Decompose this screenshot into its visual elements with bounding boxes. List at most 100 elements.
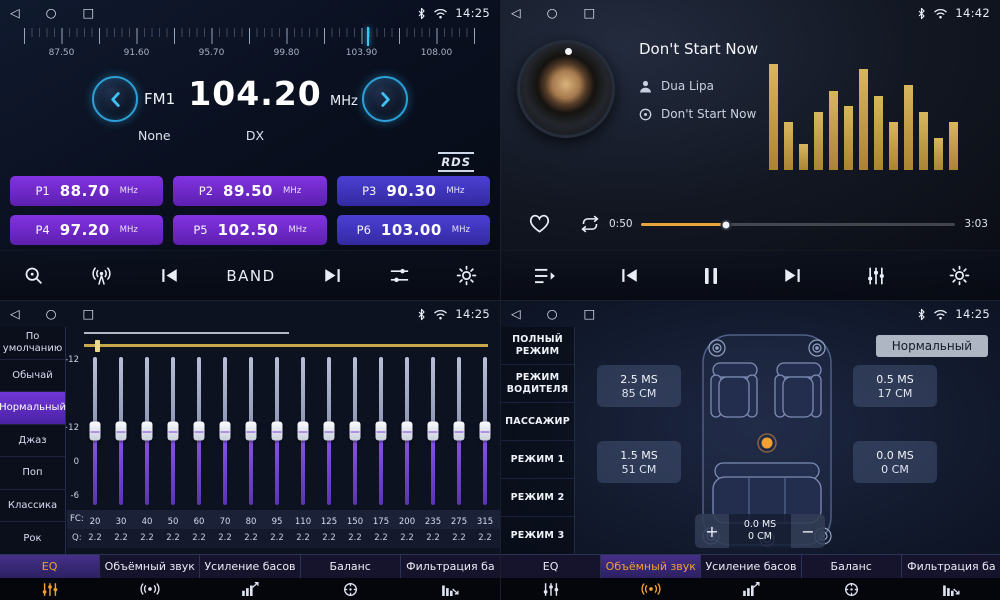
tune-up-button[interactable] [362, 76, 408, 122]
eq-preset-item[interactable]: По умолчанию [0, 327, 65, 360]
front-left-delay[interactable]: 2.5 MS 85 CM [597, 365, 681, 407]
album-art[interactable] [517, 40, 615, 138]
eq-slider-track[interactable] [249, 357, 253, 505]
eq-slider-track[interactable] [223, 357, 227, 505]
eq-preset-item[interactable]: Рок [0, 522, 65, 555]
eq-slider-handle[interactable] [116, 422, 127, 441]
eq-band[interactable]: 70 2.2 [214, 357, 236, 547]
mixer-button[interactable] [866, 266, 886, 286]
home-icon[interactable]: ○ [46, 308, 57, 321]
sound-profile-button[interactable]: Нормальный [876, 335, 988, 357]
balance-tab-icon[interactable] [300, 578, 400, 600]
repeat-button[interactable] [577, 214, 603, 234]
back-icon[interactable]: ◁ [511, 7, 521, 20]
recents-icon[interactable]: □ [83, 7, 95, 20]
front-right-delay[interactable]: 0.5 MS 17 CM [853, 365, 937, 407]
eq-slider-handle[interactable] [324, 422, 335, 441]
sound-tab[interactable]: Фильтрация ба [902, 555, 1000, 578]
eq-tab-icon[interactable] [0, 578, 100, 600]
listening-mode-item[interactable]: ПОЛНЫЙ РЕЖИМ [501, 327, 574, 365]
progress-knob[interactable] [720, 219, 731, 230]
eq-slider-track[interactable] [405, 357, 409, 505]
preset-button[interactable]: P1 88.70 MHz [10, 176, 163, 206]
eq-band[interactable]: 110 2.2 [292, 357, 314, 547]
back-icon[interactable]: ◁ [511, 308, 521, 321]
recents-icon[interactable]: □ [584, 7, 596, 20]
previous-station-button[interactable] [159, 267, 180, 284]
eq-slider-track[interactable] [275, 357, 279, 505]
eq-slider-handle[interactable] [402, 422, 413, 441]
settings-button[interactable] [456, 265, 477, 286]
eq-slider-handle[interactable] [350, 422, 361, 441]
eq-slider-handle[interactable] [376, 422, 387, 441]
eq-slider-track[interactable] [145, 357, 149, 505]
broadcast-button[interactable] [90, 265, 113, 286]
eq-band[interactable]: 125 2.2 [318, 357, 340, 547]
listening-mode-item[interactable]: РЕЖИМ 3 [501, 517, 574, 555]
sound-tab[interactable]: Баланс [802, 555, 902, 578]
home-icon[interactable]: ○ [547, 308, 558, 321]
eq-slider-handle[interactable] [90, 422, 101, 441]
eq-slider-track[interactable] [119, 357, 123, 505]
eq-preset-item[interactable]: Классика [0, 490, 65, 523]
eq-slider-handle[interactable] [220, 422, 231, 441]
eq-slider-track[interactable] [327, 357, 331, 505]
pause-button[interactable] [703, 267, 719, 285]
eq-slider-handle[interactable] [428, 422, 439, 441]
eq-slider-track[interactable] [379, 357, 383, 505]
eq-preset-item[interactable]: Нормальный [0, 392, 65, 425]
preset-button[interactable]: P2 89.50 MHz [173, 176, 326, 206]
eq-slider-track[interactable] [457, 357, 461, 505]
band-button[interactable]: BAND [226, 267, 275, 285]
eq-band[interactable]: 150 2.2 [344, 357, 366, 547]
listening-mode-item[interactable]: РЕЖИМ 2 [501, 479, 574, 517]
sound-tab[interactable]: EQ [0, 555, 100, 578]
eq-tab-icon[interactable] [501, 578, 601, 600]
sound-tab[interactable]: Усиление басов [200, 555, 300, 578]
preset-button[interactable]: P4 97.20 MHz [10, 215, 163, 245]
eq-slider-track[interactable] [353, 357, 357, 505]
eq-slider-handle[interactable] [194, 422, 205, 441]
eq-band[interactable]: 200 2.2 [396, 357, 418, 547]
eq-preset-item[interactable]: Обычай [0, 360, 65, 393]
listening-mode-item[interactable]: РЕЖИМ 1 [501, 441, 574, 479]
favorite-button[interactable] [527, 212, 552, 234]
filter-tab-icon[interactable] [901, 578, 1000, 600]
eq-band[interactable]: 235 2.2 [422, 357, 444, 547]
eq-band[interactable]: 275 2.2 [448, 357, 470, 547]
eq-band[interactable]: 40 2.2 [136, 357, 158, 547]
balance-tab-icon[interactable] [801, 578, 901, 600]
rear-right-delay[interactable]: 0.0 MS 0 CM [853, 441, 937, 483]
back-icon[interactable]: ◁ [10, 308, 20, 321]
increase-delay-button[interactable]: + [695, 514, 729, 548]
sound-tab[interactable]: Фильтрация ба [401, 555, 500, 578]
home-icon[interactable]: ○ [46, 7, 57, 20]
progress-bar[interactable] [641, 223, 955, 226]
sound-tab[interactable]: Баланс [301, 555, 401, 578]
decrease-delay-button[interactable]: − [791, 514, 825, 548]
sound-tab[interactable]: Усиление басов [701, 555, 801, 578]
rear-left-delay[interactable]: 1.5 MS 51 CM [597, 441, 681, 483]
listening-mode-item[interactable]: ПАССАЖИР [501, 403, 574, 441]
master-slider[interactable] [84, 344, 488, 347]
playlist-button[interactable] [533, 267, 556, 285]
eq-slider-track[interactable] [197, 357, 201, 505]
eq-band[interactable]: 95 2.2 [266, 357, 288, 547]
eq-slider-track[interactable] [301, 357, 305, 505]
preset-button[interactable]: P5 102.50 MHz [173, 215, 326, 245]
eq-band[interactable]: 60 2.2 [188, 357, 210, 547]
settings-button[interactable] [949, 265, 970, 286]
surround-tab-icon[interactable] [100, 578, 200, 600]
eq-preset-item[interactable]: Поп [0, 457, 65, 490]
eq-slider-handle[interactable] [168, 422, 179, 441]
scan-button[interactable] [23, 265, 44, 286]
master-slider-handle[interactable] [95, 340, 100, 352]
eq-band[interactable]: 20 2.2 [84, 357, 106, 547]
bass-boost-tab-icon[interactable] [200, 578, 300, 600]
eq-slider-handle[interactable] [454, 422, 465, 441]
eq-band[interactable]: 315 2.2 [474, 357, 496, 547]
surround-tab-icon[interactable] [601, 578, 701, 600]
eq-slider-handle[interactable] [480, 422, 491, 441]
eq-band[interactable]: 30 2.2 [110, 357, 132, 547]
preset-button[interactable]: P6 103.00 MHz [337, 215, 490, 245]
